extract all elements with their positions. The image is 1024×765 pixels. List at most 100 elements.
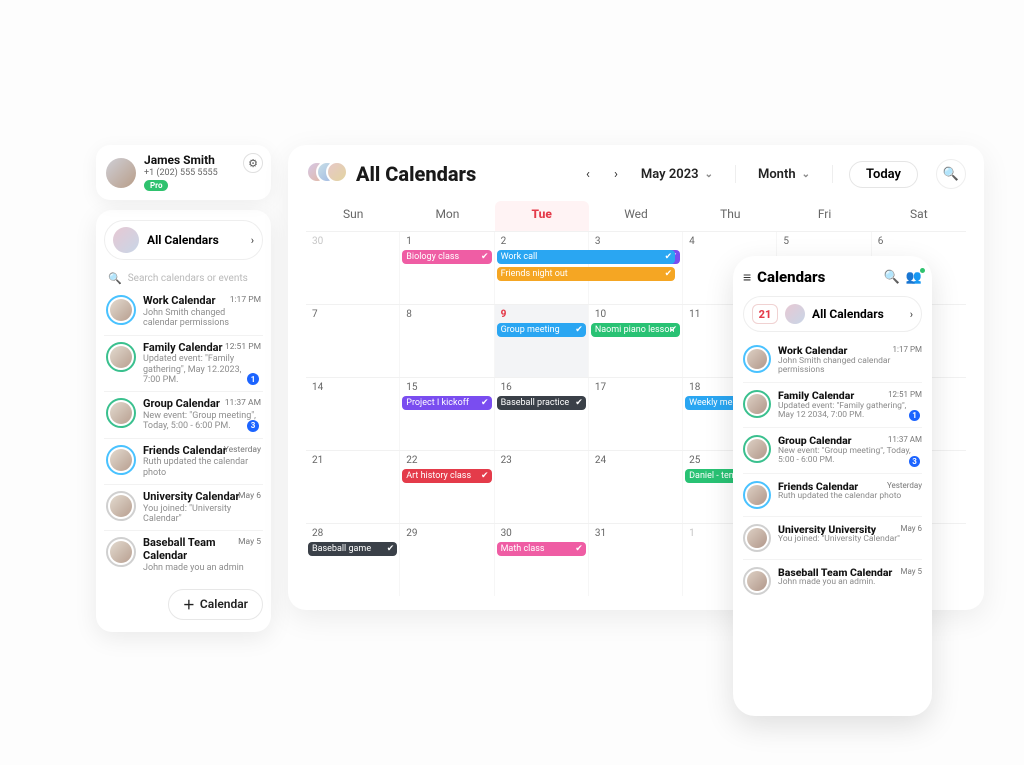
day-number: 31 — [591, 528, 680, 539]
calendar-time: Yesterday — [224, 445, 261, 455]
calendar-time: May 5 — [238, 537, 261, 547]
sidebar-item[interactable]: University Calendar You joined: "Univers… — [104, 484, 263, 530]
calendar-time: 11:37 AM — [225, 398, 261, 408]
dow-label: Sun — [306, 201, 400, 231]
dow-label: Fri — [777, 201, 871, 231]
check-icon: ✔ — [575, 542, 583, 556]
day-cell[interactable]: 16Baseball practice✔ — [495, 378, 589, 450]
day-cell[interactable]: 21 — [306, 451, 400, 523]
day-number: 23 — [497, 455, 586, 466]
mobile-preview: ≡ Calendars 🔍 👥 21 All Calendars › Work … — [733, 256, 932, 716]
today-button[interactable]: Today — [849, 161, 918, 188]
day-number: 21 — [308, 455, 397, 466]
calendar-subtitle: John made you an admin. — [778, 578, 892, 587]
event-chip[interactable]: Work call✔ — [497, 250, 676, 264]
chevron-down-icon: ⌄ — [802, 169, 810, 180]
day-cell[interactable]: 29 — [400, 524, 494, 596]
calendar-time: May 6 — [900, 524, 922, 533]
sidebar-item[interactable]: Family Calendar Updated event: "Family g… — [104, 335, 263, 392]
day-cell[interactable]: 10Naomi piano lesson✔ — [589, 305, 683, 377]
event-chip[interactable]: Baseball game✔ — [308, 542, 397, 556]
event-chip[interactable]: Friends night out✔ — [497, 267, 676, 281]
month-dropdown[interactable]: May 2023 ⌄ — [635, 167, 719, 182]
prev-month-button[interactable]: ‹ — [579, 163, 597, 185]
event-chip[interactable]: Art history class✔ — [402, 469, 491, 483]
calendar-avatar-ring — [743, 481, 771, 509]
calendar-time: 11:37 AM — [888, 435, 922, 444]
day-cell[interactable]: 24 — [589, 451, 683, 523]
search-button[interactable]: 🔍 — [936, 159, 966, 189]
calendar-subtitle: John Smith changed calendar permissions — [778, 357, 922, 376]
day-number: 30 — [308, 236, 397, 247]
all-calendars-selector[interactable]: All Calendars › — [104, 220, 263, 260]
gear-icon[interactable]: ⚙ — [243, 153, 263, 173]
day-cell[interactable]: 30 — [306, 232, 400, 304]
hamburger-icon[interactable]: ≡ — [743, 269, 751, 286]
sidebar-item[interactable]: Baseball Team Calendar John made you an … — [104, 530, 263, 579]
calendar-time: 12:51 PM — [225, 342, 261, 352]
view-dropdown[interactable]: Month ⌄ — [752, 167, 816, 182]
day-cell[interactable]: 2Work call✔Friends night out✔ — [495, 232, 589, 304]
day-cell[interactable]: 14 — [306, 378, 400, 450]
sidebar-item[interactable]: Friends Calendar Ruth updated the calend… — [104, 438, 263, 484]
day-cell[interactable]: 15Project I kickoff✔ — [400, 378, 494, 450]
day-number: 17 — [591, 382, 680, 393]
calendar-subtitle: John Smith changed calendar permissions — [143, 308, 261, 329]
calendar-subtitle: You joined: "University Calendar" — [143, 504, 261, 525]
search-placeholder: Search calendars or events — [128, 273, 248, 284]
dow-label: Thu — [683, 201, 777, 231]
sidebar-item[interactable]: Work Calendar John Smith changed calenda… — [104, 289, 263, 334]
sidebar-item[interactable]: Group Calendar New event: "Group meeting… — [104, 391, 263, 437]
event-chip[interactable]: Naomi piano lesson✔ — [591, 323, 680, 337]
day-cell[interactable]: 9 Group meeting✔ — [495, 305, 589, 377]
day-cell[interactable]: 7 — [306, 305, 400, 377]
avatar — [106, 158, 136, 188]
day-cell[interactable]: 30Math class✔ — [495, 524, 589, 596]
mobile-calendar-item[interactable]: Baseball Team Calendar John made you an … — [743, 559, 922, 602]
mobile-calendar-item[interactable]: Work Calendar John Smith changed calenda… — [743, 338, 922, 382]
people-icon[interactable]: 👥 — [906, 270, 922, 285]
search-icon: 🔍 — [943, 167, 959, 182]
check-icon: ✔ — [575, 396, 583, 410]
event-chip[interactable]: Math class✔ — [497, 542, 586, 556]
day-cell[interactable]: 22Art history class✔ — [400, 451, 494, 523]
event-chip[interactable]: Group meeting✔ — [497, 323, 586, 337]
day-cell[interactable]: 17 — [589, 378, 683, 450]
chevron-down-icon: ⌄ — [705, 169, 713, 180]
check-icon: ✔ — [665, 250, 673, 264]
calendar-avatar-ring — [106, 491, 136, 521]
page-title: All Calendars — [356, 162, 476, 186]
event-chip[interactable]: Project I kickoff✔ — [402, 396, 491, 410]
mobile-calendar-item[interactable]: University University You joined: "Unive… — [743, 516, 922, 559]
mobile-calendar-item[interactable]: Friends Calendar Ruth updated the calend… — [743, 473, 922, 516]
day-cell[interactable]: 31 — [589, 524, 683, 596]
chevron-right-icon: › — [251, 234, 254, 247]
day-cell[interactable]: 28Baseball game✔ — [306, 524, 400, 596]
add-calendar-button[interactable]: ＋ Calendar — [168, 589, 263, 620]
calendar-avatar-ring — [106, 342, 136, 372]
calendar-subtitle: John made you an admin — [143, 563, 261, 573]
day-number: 14 — [308, 382, 397, 393]
mobile-all-label: All Calendars — [812, 307, 903, 321]
day-cell[interactable]: 23 — [495, 451, 589, 523]
all-calendars-label: All Calendars — [147, 233, 243, 247]
day-cell[interactable]: 8 — [400, 305, 494, 377]
event-chip[interactable]: Baseball practice✔ — [497, 396, 586, 410]
calendar-subtitle: Updated event: "Family gathering", May 1… — [143, 354, 261, 385]
day-number: 4 — [685, 236, 774, 247]
day-number: 7 — [308, 309, 397, 320]
event-chip[interactable]: Biology class✔ — [402, 250, 491, 264]
mobile-calendar-item[interactable]: Group Calendar New event: "Group meeting… — [743, 427, 922, 472]
dow-label: Sat — [872, 201, 966, 231]
mobile-calendar-item[interactable]: Family Calendar Updated event: "Family g… — [743, 382, 922, 427]
day-number: 6 — [874, 236, 964, 247]
day-number: 9 — [497, 309, 586, 320]
calendar-avatar-ring — [743, 435, 771, 463]
mobile-all-calendars[interactable]: 21 All Calendars › — [743, 296, 922, 332]
day-cell[interactable]: 1Biology class✔ — [400, 232, 494, 304]
next-month-button[interactable]: › — [607, 163, 625, 185]
check-icon: ✔ — [481, 469, 489, 483]
search-icon[interactable]: 🔍 — [884, 270, 900, 285]
search-input[interactable]: 🔍 Search calendars or events — [104, 268, 263, 289]
all-calendars-avatar — [113, 227, 139, 253]
